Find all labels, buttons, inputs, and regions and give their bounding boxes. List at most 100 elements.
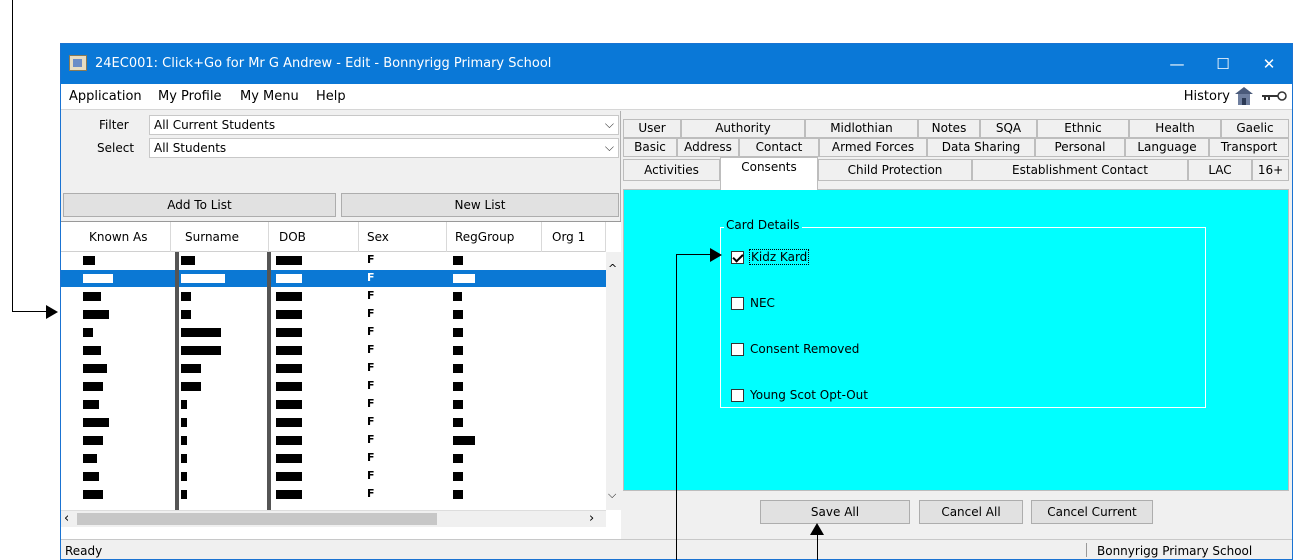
key-icon[interactable] — [1260, 90, 1288, 102]
cancel-all-button[interactable]: Cancel All — [919, 500, 1023, 524]
table-row[interactable]: F — [61, 468, 606, 485]
redacted-cell — [453, 292, 462, 301]
redacted-cell — [276, 292, 302, 301]
tab-lac[interactable]: LAC — [1188, 159, 1252, 181]
menu-application[interactable]: Application — [69, 89, 142, 104]
new-list-button[interactable]: New List — [341, 193, 619, 217]
tab-establishment-contact[interactable]: Establishment Contact — [972, 159, 1188, 181]
cancel-current-button[interactable]: Cancel Current — [1031, 500, 1153, 524]
tab-health[interactable]: Health — [1129, 119, 1221, 138]
sex-cell: F — [367, 289, 375, 302]
column-divider — [175, 252, 179, 510]
tab-personal[interactable]: Personal — [1035, 138, 1125, 157]
table-row[interactable]: F — [61, 342, 606, 359]
redacted-cell — [276, 364, 302, 373]
table-row[interactable]: F — [61, 324, 606, 341]
maximize-button[interactable]: ☐ — [1200, 44, 1246, 84]
status-text: Ready — [65, 544, 103, 558]
tab-midlothian[interactable]: Midlothian — [805, 119, 918, 138]
close-button[interactable]: ✕ — [1246, 44, 1292, 84]
column-header-sex[interactable]: Sex — [359, 222, 447, 252]
status-divider — [1086, 543, 1087, 557]
table-row[interactable]: F — [61, 378, 606, 395]
scroll-down-icon[interactable]: ⌵ — [608, 488, 616, 502]
consent-removed-checkbox[interactable] — [731, 343, 744, 356]
select-dropdown[interactable]: All Students ⌵ — [149, 138, 619, 158]
kidz-kard-label[interactable]: Kidz Kard — [749, 249, 810, 265]
student-grid[interactable]: Known As Surname DOB Sex RegGroup Org 1 … — [61, 221, 621, 539]
tab-ethnic[interactable]: Ethnic — [1037, 119, 1129, 138]
menu-my-profile[interactable]: My Profile — [158, 89, 221, 104]
tab-address[interactable]: Address — [677, 138, 739, 157]
table-row[interactable]: F — [61, 270, 606, 287]
table-row[interactable]: F — [61, 486, 606, 503]
scroll-thumb[interactable] — [77, 513, 437, 525]
column-header-surname[interactable]: Surname — [171, 222, 269, 252]
young-scot-opt-out-label[interactable]: Young Scot Opt-Out — [750, 388, 868, 402]
table-row[interactable]: F — [61, 306, 606, 323]
history-link[interactable]: History — [1184, 89, 1230, 104]
tab-authority[interactable]: Authority — [681, 119, 805, 138]
annotation-arrow-save — [810, 523, 824, 535]
scroll-up-icon[interactable]: ^ — [608, 262, 617, 275]
tab-contact[interactable]: Contact — [739, 138, 819, 157]
column-header-known-as[interactable]: Known As — [61, 222, 171, 252]
redacted-cell — [83, 436, 103, 445]
kidz-kard-checkbox[interactable] — [731, 251, 744, 264]
home-icon[interactable] — [1234, 86, 1254, 106]
tab-sqa[interactable]: SQA — [980, 119, 1037, 138]
young-scot-opt-out-checkbox[interactable] — [731, 389, 744, 402]
add-to-list-button[interactable]: Add To List — [63, 193, 336, 217]
tab-transport[interactable]: Transport — [1209, 138, 1289, 157]
tab-gaelic[interactable]: Gaelic — [1221, 119, 1289, 138]
tab-activities[interactable]: Activities — [623, 159, 720, 181]
title-bar[interactable]: 24EC001: Click+Go for Mr G Andrew - Edit… — [61, 44, 1292, 84]
column-header-reggroup[interactable]: RegGroup — [447, 222, 542, 252]
window-title: 24EC001: Click+Go for Mr G Andrew - Edit… — [95, 56, 552, 71]
nec-label[interactable]: NEC — [750, 296, 775, 310]
scroll-left-icon[interactable]: ‹ — [64, 511, 69, 526]
column-header-dob[interactable]: DOB — [269, 222, 359, 252]
tab-consents[interactable]: Consents — [720, 157, 818, 190]
table-row[interactable]: F — [61, 432, 606, 449]
app-icon — [69, 55, 87, 71]
tab-basic[interactable]: Basic — [623, 138, 677, 157]
table-row[interactable]: F — [61, 252, 606, 269]
redacted-cell — [181, 328, 221, 337]
redacted-cell — [181, 364, 201, 373]
save-all-button[interactable]: Save All — [760, 500, 910, 524]
redacted-cell — [276, 400, 302, 409]
vertical-scrollbar[interactable]: ^ ⌵ — [606, 252, 621, 510]
sex-cell: F — [367, 325, 375, 338]
consents-panel: Card Details Kidz Kard NEC Consent Remov… — [623, 189, 1289, 491]
redacted-cell — [453, 274, 475, 283]
redacted-cell — [181, 472, 187, 481]
tab-language[interactable]: Language — [1125, 138, 1209, 157]
horizontal-scrollbar[interactable]: ‹ › — [61, 510, 606, 527]
redacted-cell — [83, 310, 109, 319]
menu-my-menu[interactable]: My Menu — [240, 89, 299, 104]
redacted-cell — [453, 364, 463, 373]
tab-data-sharing[interactable]: Data Sharing — [927, 138, 1035, 157]
tab-notes[interactable]: Notes — [918, 119, 980, 138]
tab-child-protection[interactable]: Child Protection — [818, 159, 972, 181]
table-row[interactable]: F — [61, 360, 606, 377]
column-header-org1[interactable]: Org 1 — [542, 222, 606, 252]
menu-help[interactable]: Help — [316, 89, 346, 104]
minimize-button[interactable]: — — [1154, 44, 1200, 84]
scroll-right-icon[interactable]: › — [589, 511, 594, 526]
redacted-cell — [276, 274, 302, 283]
tab-16-plus[interactable]: 16+ — [1252, 159, 1289, 181]
redacted-cell — [181, 490, 187, 499]
filter-dropdown[interactable]: All Current Students ⌵ — [149, 115, 619, 135]
redacted-cell — [453, 454, 463, 463]
tab-armed-forces[interactable]: Armed Forces — [819, 138, 927, 157]
table-row[interactable]: F — [61, 414, 606, 431]
nec-checkbox[interactable] — [731, 297, 744, 310]
table-row[interactable]: F — [61, 450, 606, 467]
tab-user[interactable]: User — [623, 119, 681, 138]
table-row[interactable]: F — [61, 396, 606, 413]
consent-removed-label[interactable]: Consent Removed — [750, 342, 859, 356]
annotation-line-save-vertical — [817, 534, 818, 560]
table-row[interactable]: F — [61, 288, 606, 305]
